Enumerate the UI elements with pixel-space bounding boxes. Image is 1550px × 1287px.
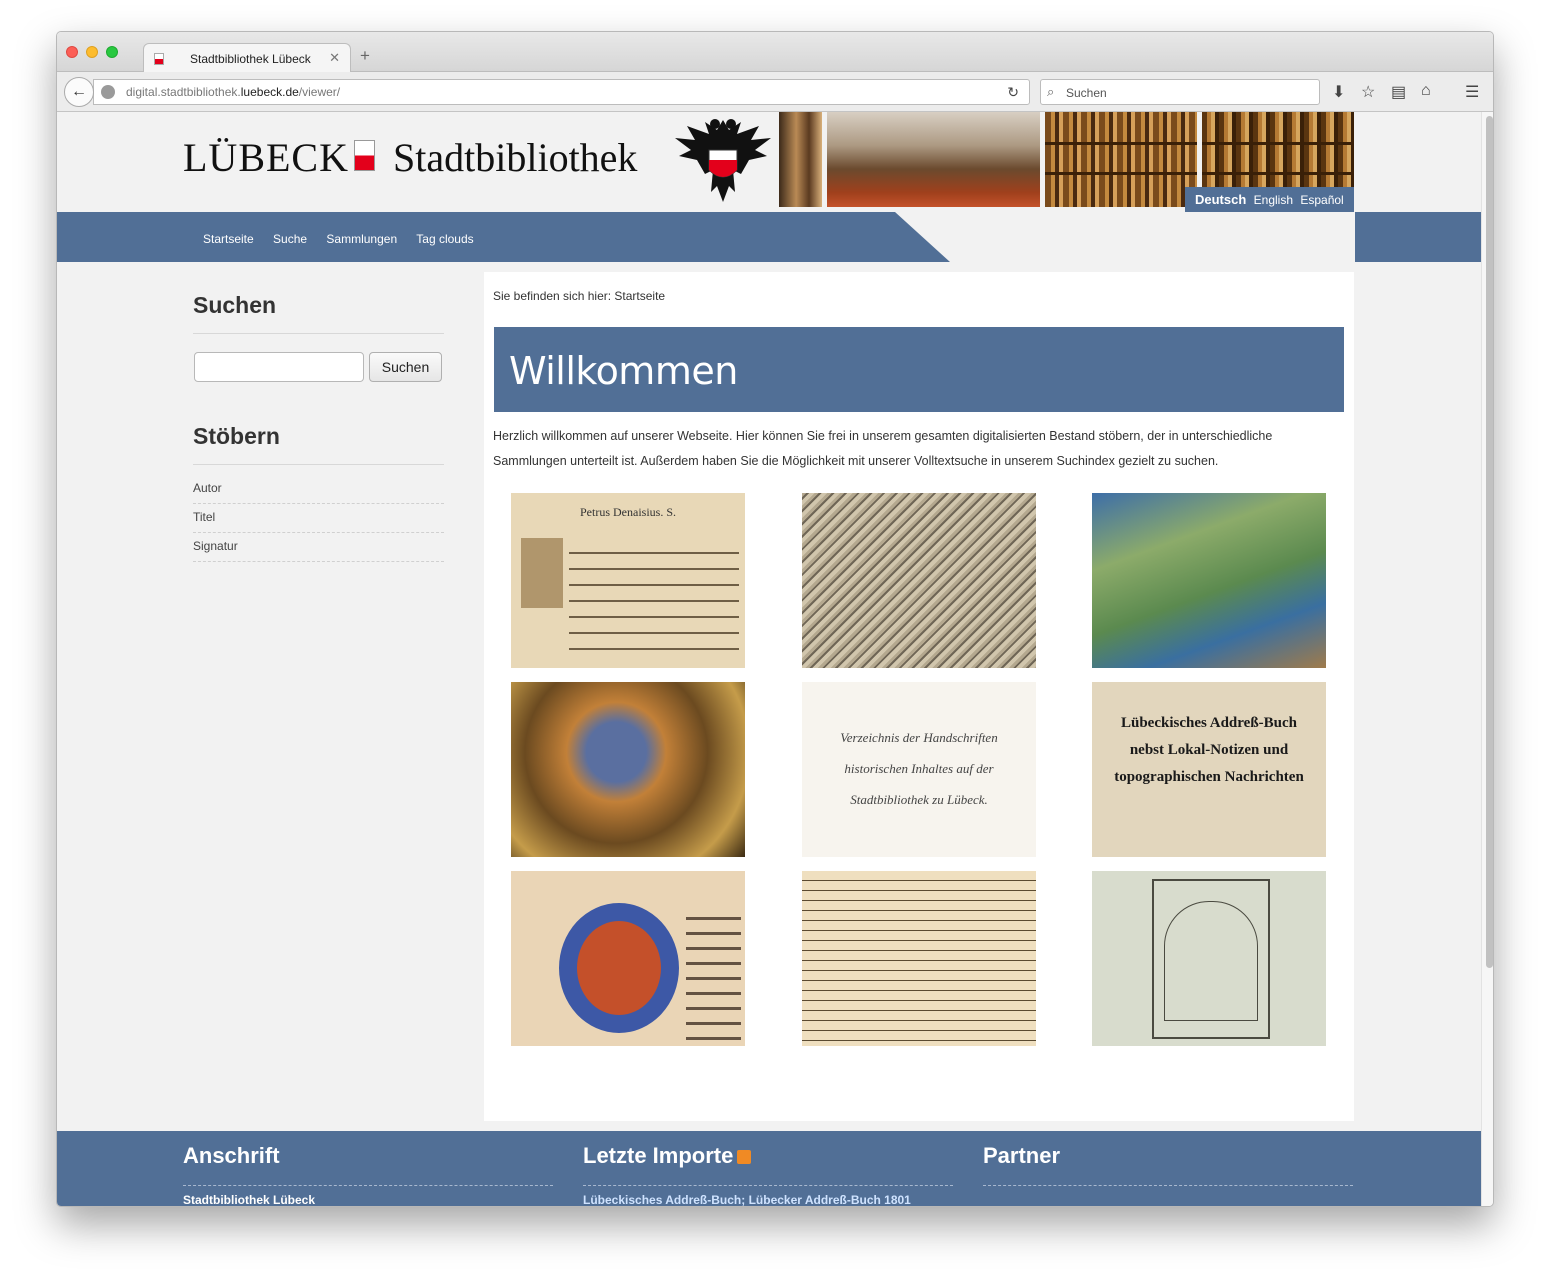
logo-city[interactable]: LÜBECK [183, 134, 349, 181]
back-button[interactable]: ← [64, 77, 94, 107]
favicon-icon [154, 53, 164, 65]
sidebar-search-input[interactable] [194, 352, 364, 382]
browser-window: Stadtbibliothek Lübeck ✕ + digital.stadt… [56, 31, 1494, 1207]
lang-espanol[interactable]: Español [1300, 193, 1343, 207]
collection-thumbnail[interactable] [802, 493, 1036, 668]
eagle-crest-icon [671, 112, 775, 207]
sidebar-search-heading: Suchen [193, 292, 277, 318]
site-header: LÜBECK Stadtbibliothek Deutsch English E… [57, 112, 1481, 212]
menu-item-startseite[interactable]: Startseite [203, 232, 254, 246]
intro-line: Herzlich willkommen auf unserer Webseite… [493, 429, 1273, 443]
browser-search-input[interactable]: ⌕ Suchen [1040, 79, 1320, 105]
download-icon[interactable]: ⬇ [1332, 82, 1345, 102]
intro-text: Herzlich willkommen auf unserer Webseite… [493, 424, 1343, 474]
rss-icon[interactable] [737, 1150, 752, 1165]
menu-item-tag-clouds[interactable]: Tag clouds [416, 232, 473, 246]
collection-thumbnail[interactable] [511, 871, 745, 1046]
site-footer: Anschrift Stadtbibliothek Lübeck Letzte … [57, 1131, 1481, 1207]
close-tab-icon[interactable]: ✕ [329, 50, 340, 66]
lang-english[interactable]: English [1254, 193, 1293, 207]
sidebar-search-button[interactable]: Suchen [369, 352, 442, 382]
page-viewport: LÜBECK Stadtbibliothek Deutsch English E… [57, 112, 1481, 1207]
home-icon[interactable]: ⌂ [1421, 82, 1431, 100]
thumbnail-caption: Lübeckisches Addreß-Buch nebst Lokal-Not… [1114, 715, 1304, 785]
collection-thumbnail[interactable] [1092, 493, 1326, 668]
menu-item-suche[interactable]: Suche [273, 232, 307, 246]
collection-thumbnail[interactable]: Lübeckisches Addreß-Buch nebst Lokal-Not… [1092, 682, 1326, 857]
browse-link-signatur[interactable]: Signatur [193, 539, 444, 562]
menu-item-sammlungen[interactable]: Sammlungen [326, 232, 397, 246]
footer-import-link[interactable]: Lübeckisches Addreß-Buch; Lübecker Addre… [583, 1193, 911, 1206]
main-content: Sie befinden sich hier: Startseite Willk… [484, 272, 1354, 1121]
library-photo [779, 112, 822, 207]
tab-title: Stadtbibliothek Lübeck [190, 52, 311, 66]
lang-deutsch[interactable]: Deutsch [1195, 192, 1246, 207]
logo-name[interactable]: Stadtbibliothek [393, 134, 637, 181]
tab-bar: Stadtbibliothek Lübeck ✕ + [57, 32, 1493, 73]
globe-icon [101, 85, 115, 99]
browse-link-titel[interactable]: Titel [193, 510, 444, 533]
zoom-window-button[interactable] [106, 46, 118, 58]
language-switcher: Deutsch English Español [1185, 187, 1354, 212]
url-text[interactable]: digital.stadtbibliothek.luebeck.de/viewe… [126, 85, 340, 99]
reload-icon[interactable]: ↻ [1007, 84, 1019, 101]
menu-icon[interactable]: ☰ [1465, 82, 1479, 102]
new-tab-icon[interactable]: + [360, 46, 370, 66]
thumbnail-caption: Petrus Denaisius. S. [580, 505, 676, 519]
intro-line: Sammlungen unterteilt ist. Außerdem habe… [493, 454, 1219, 468]
footer-imports-heading: Letzte Importe [583, 1143, 752, 1169]
logo-flag-icon [354, 140, 375, 171]
collection-thumbnail[interactable] [511, 682, 745, 857]
main-menu: Startseite Suche Sammlungen Tag clouds [203, 232, 490, 246]
minimize-window-button[interactable] [86, 46, 98, 58]
thumbnail-caption: Verzeichnis der Handschriften historisch… [840, 730, 998, 807]
footer-partner-heading: Partner [983, 1143, 1061, 1168]
footer-address-heading: Anschrift [183, 1143, 280, 1168]
browser-search-placeholder: Suchen [1066, 86, 1107, 100]
browser-tab[interactable]: Stadtbibliothek Lübeck ✕ [143, 43, 351, 73]
library-photo [827, 112, 1040, 207]
library-photo [1045, 112, 1197, 207]
navigation-bar: digital.stadtbibliothek.luebeck.de/viewe… [57, 72, 1493, 112]
sidebar-browse-heading: Stöbern [193, 423, 280, 449]
reading-list-icon[interactable]: ▤ [1391, 82, 1406, 102]
divider [183, 1185, 553, 1186]
page-title: Willkommen [509, 349, 738, 393]
browse-link-autor[interactable]: Autor [193, 481, 444, 504]
page-scrollbar[interactable] [1481, 112, 1493, 1206]
collection-thumbnail[interactable] [1092, 871, 1326, 1046]
divider [583, 1185, 953, 1186]
collection-thumbnail[interactable] [802, 871, 1036, 1046]
bookmark-star-icon[interactable]: ☆ [1361, 82, 1375, 102]
collection-thumbnail[interactable]: Verzeichnis der Handschriften historisch… [802, 682, 1036, 857]
menu-curve-decoration [895, 212, 1355, 262]
close-window-button[interactable] [66, 46, 78, 58]
welcome-banner: Willkommen [494, 327, 1344, 412]
scrollbar-thumb[interactable] [1486, 116, 1493, 968]
collection-thumbnail[interactable]: Petrus Denaisius. S. [511, 493, 745, 668]
divider [193, 333, 444, 334]
url-bar[interactable]: digital.stadtbibliothek.luebeck.de/viewe… [93, 79, 1030, 105]
search-icon: ⌕ [1047, 84, 1055, 99]
breadcrumb: Sie befinden sich hier: Startseite [493, 289, 666, 303]
footer-address-text: Stadtbibliothek Lübeck [183, 1193, 316, 1207]
divider [983, 1185, 1353, 1186]
divider [193, 464, 444, 465]
